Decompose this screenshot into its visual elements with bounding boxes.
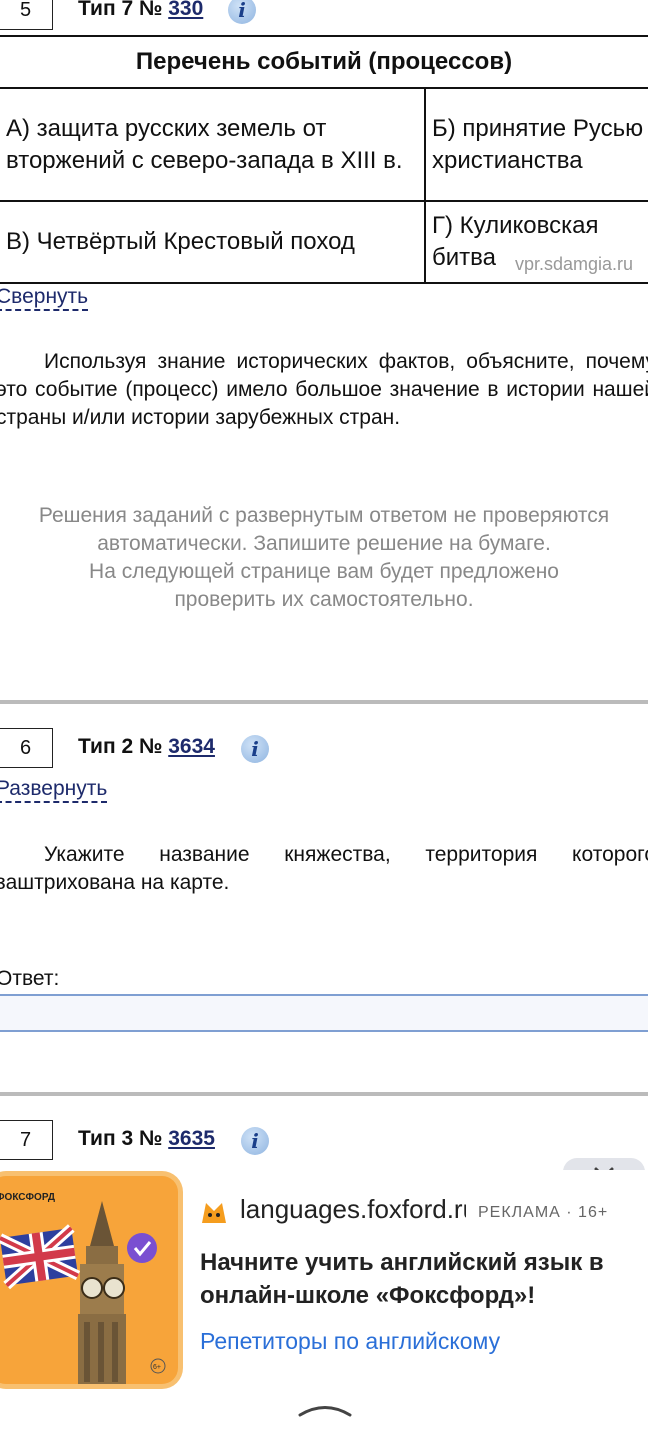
task-type: Тип 3 № 3635 <box>78 1127 215 1150</box>
answer-label: Ответ: <box>0 967 60 990</box>
divider <box>0 1092 648 1096</box>
task-id-link[interactable]: 3635 <box>168 1127 215 1150</box>
info-icon[interactable]: i <box>241 1127 269 1155</box>
events-table-header: Перечень событий (процессов) <box>0 35 648 89</box>
ad-tag: РЕКЛАМА · 16+ <box>478 1204 609 1221</box>
info-icon[interactable]: i <box>241 735 269 763</box>
task-number-box: 6 <box>0 728 53 768</box>
event-cell-c: В) Четвёртый Крестовый поход <box>0 200 426 284</box>
task-number-box: 5 <box>0 0 53 30</box>
big-ben-illustration: ФОКСФОРД 6+ <box>0 1192 166 1384</box>
answer-input[interactable] <box>0 994 648 1032</box>
svg-text:6+: 6+ <box>153 1364 161 1371</box>
ad-domain[interactable]: languages.foxford.ru <box>240 1194 466 1225</box>
task-question: Используя знание исторических фактов, об… <box>0 350 648 429</box>
task-id-link[interactable]: 330 <box>168 0 203 20</box>
svg-text:ФОКСФОРД: ФОКСФОРД <box>0 1192 55 1203</box>
divider <box>0 700 648 704</box>
watermark: vpr.sdamgia.ru <box>515 254 634 274</box>
task-type: Тип 2 № 3634 <box>78 735 215 758</box>
event-cell-b: Б) принятие Русью христиан­ства <box>424 87 648 202</box>
task-number-box: 7 <box>0 1120 53 1160</box>
task-number: 6 <box>19 736 32 759</box>
task-question: Укажите название княжества, территория к… <box>0 843 648 894</box>
events-table: Перечень событий (процессов) А) защита р… <box>0 35 648 284</box>
task-number: 5 <box>19 0 32 21</box>
task-id-link[interactable]: 3634 <box>168 735 215 758</box>
task-type: Тип 7 № 330 <box>78 0 203 21</box>
fox-logo-icon <box>202 1203 226 1223</box>
ad-link[interactable]: Репетиторы по английскому <box>200 1328 500 1355</box>
task-number: 7 <box>19 1128 32 1151</box>
event-cell-a: А) защита русских земель от вторжений с … <box>0 87 426 202</box>
info-icon[interactable]: i <box>228 0 256 24</box>
ad-banner[interactable]: ФОКСФОРД 6+ languages.foxford.ru РЕКЛАМА… <box>0 1170 648 1392</box>
expand-toggle[interactable]: Развернуть <box>0 777 108 803</box>
chevron-up-icon[interactable] <box>298 1402 352 1418</box>
self-check-note: Решения заданий с развернутым ответом не… <box>38 504 610 611</box>
ad-title[interactable]: Начните учить английский язык в онлайн-ш… <box>200 1246 630 1312</box>
ad-image[interactable]: ФОКСФОРД 6+ <box>0 1176 178 1384</box>
collapse-toggle[interactable]: Свернуть <box>0 285 89 311</box>
